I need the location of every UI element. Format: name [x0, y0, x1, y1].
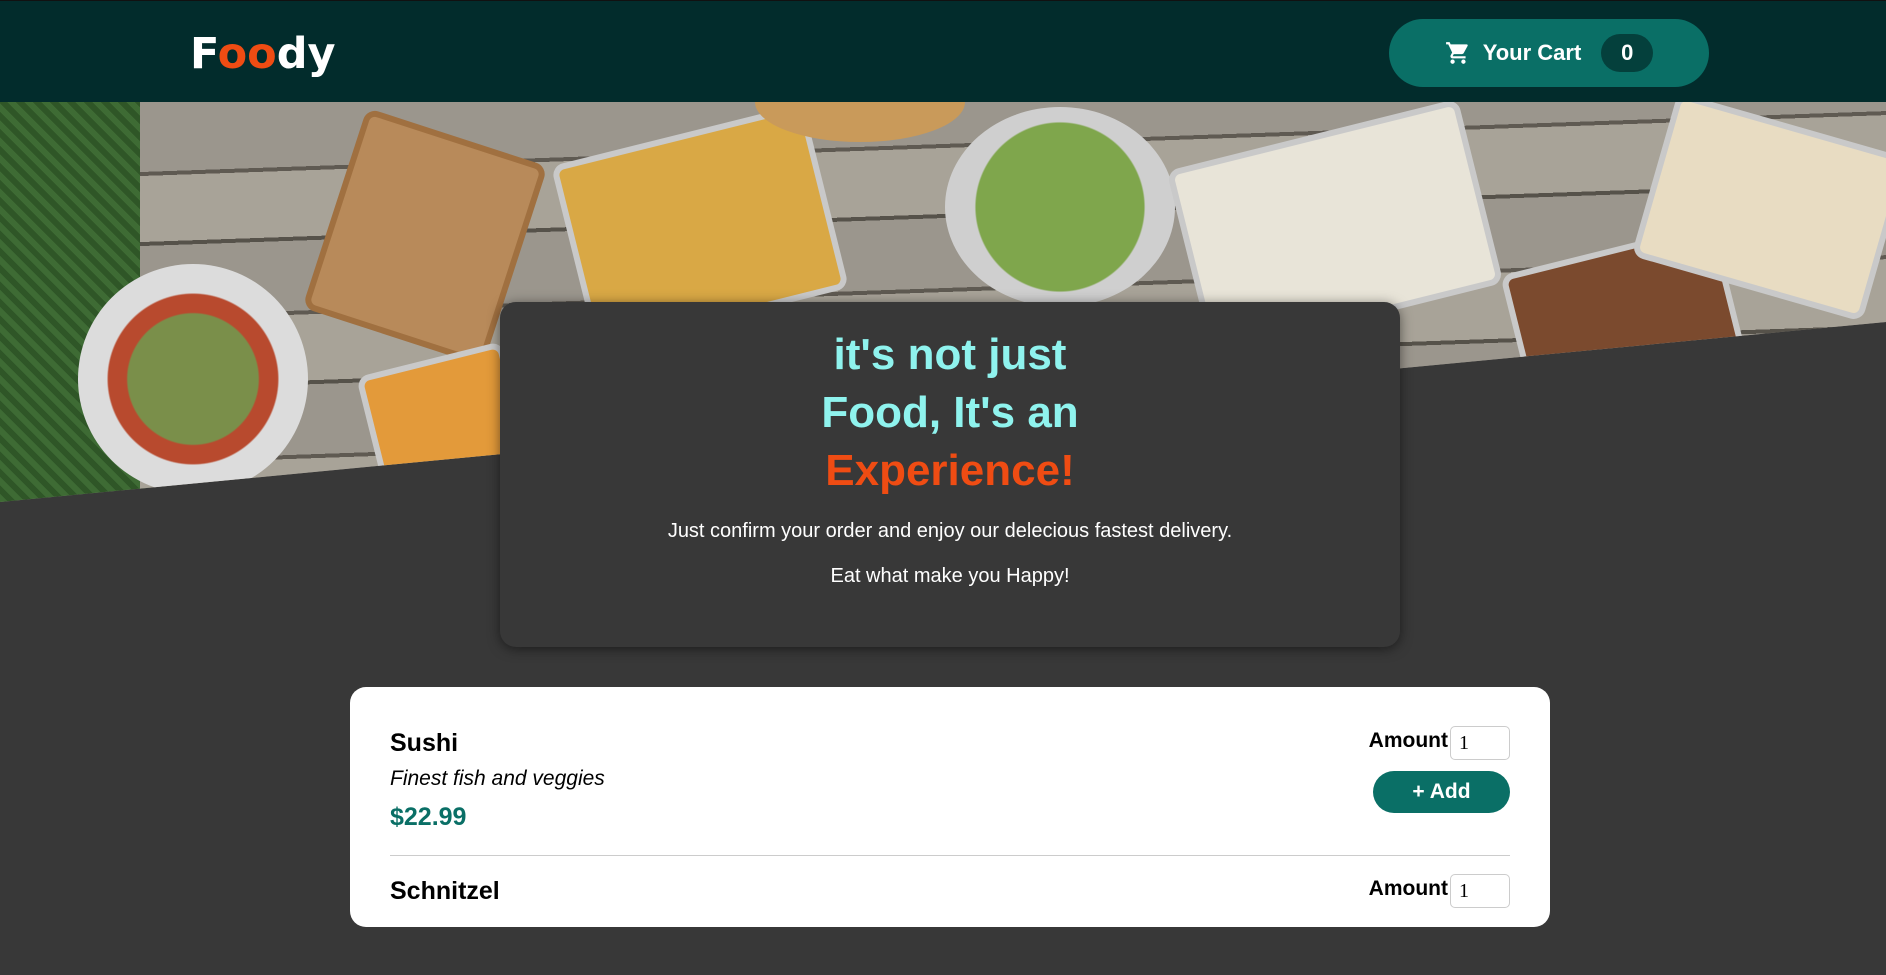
logo[interactable]: Foody: [190, 29, 336, 79]
amount-label: Amount: [1368, 729, 1448, 752]
meal-price: $22.99: [390, 803, 467, 831]
meal-name: Schnitzel: [390, 877, 500, 905]
cart-icon: [1445, 42, 1468, 64]
hero-message-card: it's not just Food, It's an Experience! …: [500, 302, 1400, 647]
meal-item: Sushi Finest fish and veggies $22.99 Amo…: [390, 687, 1510, 856]
logo-dy: dy: [276, 29, 336, 79]
headline-line-2: Food, It's an: [821, 388, 1079, 437]
hero-text-2: Eat what make you Happy!: [830, 565, 1070, 587]
meal-description: Finest fish and veggies: [390, 767, 605, 790]
cart-button[interactable]: Your Cart 0: [1389, 19, 1709, 87]
hero-text-1: Just confirm your order and enjoy our de…: [667, 520, 1233, 542]
amount-input[interactable]: [1450, 874, 1510, 908]
amount-input[interactable]: [1450, 726, 1510, 760]
logo-oo: oo: [217, 29, 277, 79]
headline-line-1: it's not just: [833, 330, 1067, 379]
headline-line-3: Experience!: [825, 446, 1075, 495]
top-bar: Foody Your Cart 0: [0, 0, 1886, 102]
cart-label: Your Cart: [1482, 40, 1582, 65]
meal-name: Sushi: [390, 729, 459, 757]
salad-bowl-image: [78, 264, 308, 494]
amount-label: Amount: [1368, 877, 1448, 900]
caesar-salad-image: [945, 107, 1175, 307]
hero-headline: it's not just Food, It's an Experience!: [500, 326, 1400, 500]
add-button[interactable]: + Add: [1373, 771, 1510, 813]
cart-count-badge: 0: [1601, 34, 1654, 72]
meals-list: Sushi Finest fish and veggies $22.99 Amo…: [350, 687, 1550, 927]
meal-item: Schnitzel Amount: [390, 835, 1510, 975]
logo-f: F: [190, 29, 218, 79]
